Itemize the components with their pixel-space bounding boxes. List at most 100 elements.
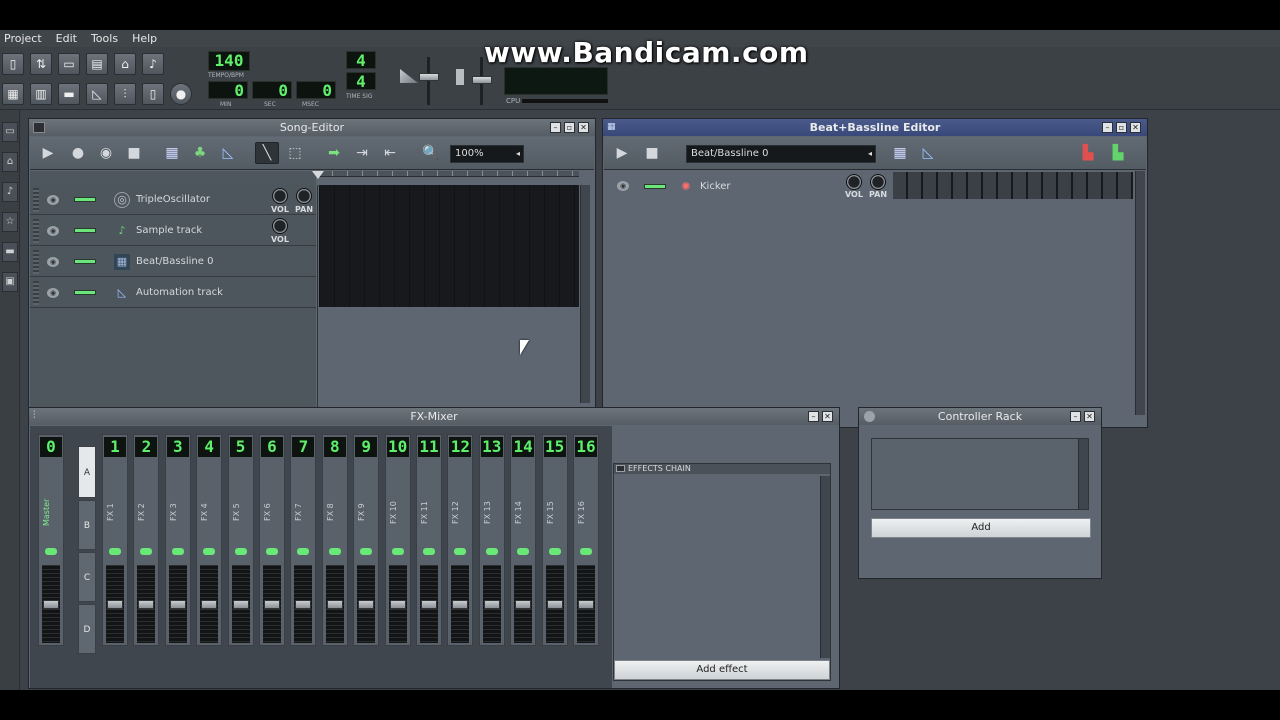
mixer-channel[interactable]: 15 FX 15 [541,434,568,646]
channel-fader[interactable] [295,600,312,609]
volume-knob[interactable] [272,188,288,204]
track-name[interactable]: Automation track [136,287,223,298]
track-row[interactable]: ◉ ▦ Beat/Bassline 0 [30,247,316,277]
add-automation-track-icon[interactable]: ◺ [916,142,940,164]
timeline-ruler[interactable] [317,171,579,177]
channel-fader[interactable] [515,600,532,609]
track-grip[interactable] [33,218,39,243]
menu-tools[interactable]: Tools [91,32,118,45]
add-steps-icon[interactable]: ▙ [1106,142,1130,164]
piano-roll-icon[interactable]: ▬ [58,83,80,105]
mute-button[interactable]: ◉ [617,181,629,191]
volume-knob[interactable] [846,174,862,190]
oscilloscope[interactable] [504,67,608,95]
pan-knob[interactable] [296,188,312,204]
sidebar-my-presets-icon[interactable]: ♪ [2,182,18,202]
mixer-channel[interactable]: 4 FX 4 [196,434,223,646]
close-button[interactable]: ✕ [578,122,589,133]
mixer-channel[interactable]: 9 FX 9 [353,434,380,646]
mixer-channel[interactable]: 8 FX 8 [321,434,348,646]
add-controller-button[interactable]: Add [871,518,1091,538]
master-pitch-handle[interactable] [472,76,492,84]
beat-bassline-editor-icon[interactable]: ▦ [2,83,24,105]
menu-project[interactable]: Project [4,32,42,45]
beat-bassline-selector[interactable]: Beat/Bassline 0 ◂ [686,145,876,163]
effects-scrollbar[interactable] [820,476,830,658]
mixer-channel[interactable]: 12 FX 12 [447,434,474,646]
edit-mode-icon[interactable]: ⬚ [283,142,307,164]
song-editor-titlebar[interactable]: Song-Editor [29,119,595,136]
channel-fader[interactable] [232,600,249,609]
bank-a-button[interactable]: A [78,446,96,498]
record-while-playing-icon[interactable]: ◉ [94,142,118,164]
bank-c-button[interactable]: C [78,552,96,602]
track-name[interactable]: Beat/Bassline 0 [136,256,213,267]
menu-edit[interactable]: Edit [56,32,77,45]
minimize-button[interactable]: – [550,122,561,133]
export-icon[interactable]: ⌂ [114,53,136,75]
vertical-scrollbar[interactable] [580,185,590,403]
loop-points-icon[interactable]: ⇥ [350,142,374,164]
minimize-button[interactable]: – [808,411,819,422]
mixer-channel[interactable]: 10 FX 10 [384,434,411,646]
timesig-numerator[interactable]: 4 [346,51,376,70]
channel-fader[interactable] [421,600,437,609]
mixer-channel[interactable]: 11 FX 11 [416,434,442,646]
minimize-button[interactable]: – [1102,122,1113,133]
sidebar-root-icon[interactable]: ▬ [2,242,18,262]
stop-icon[interactable]: ■ [640,142,664,164]
track-grip[interactable] [33,187,39,212]
add-automation-track-icon[interactable]: ◺ [216,142,240,164]
record-icon[interactable]: ● [66,142,90,164]
channel-fader[interactable] [107,600,123,609]
add-beat-bassline-icon[interactable]: ▦ [160,142,184,164]
channel-fader[interactable] [201,600,218,609]
mute-button[interactable]: ◉ [47,287,59,298]
effects-chain-label[interactable]: EFFECTS CHAIN [614,464,830,474]
volume-knob[interactable] [272,218,288,234]
mixer-channel-master[interactable]: 0 Master [38,434,64,646]
new-project-icon[interactable]: ▯ [2,53,24,75]
channel-fader[interactable] [546,600,563,609]
save-project-icon[interactable]: ▤ [86,53,108,75]
track-grip[interactable] [33,249,39,274]
channel-fader[interactable] [389,600,406,609]
controller-rack-titlebar[interactable]: Controller Rack [859,408,1101,425]
close-button[interactable]: ✕ [1130,122,1141,133]
effects-chain-toggle[interactable] [616,465,625,472]
bank-d-button[interactable]: D [78,604,96,654]
stop-icon[interactable]: ■ [122,142,146,164]
mixer-channel[interactable]: 1 FX 1 [102,434,128,646]
track-name[interactable]: Kicker [700,181,731,192]
sidebar-my-projects-icon[interactable]: ▭ [2,122,18,142]
channel-fader[interactable] [138,600,155,609]
vertical-scrollbar[interactable] [1135,171,1145,415]
mixer-channel[interactable]: 13 FX 13 [478,434,505,646]
channel-fader[interactable] [43,600,59,609]
sidebar-my-home-icon[interactable]: ☆ [2,212,18,232]
new-from-template-icon[interactable]: ⇅ [30,53,52,75]
tempo-display[interactable]: 140 [208,51,250,71]
mute-button[interactable]: ◉ [47,194,59,205]
mute-button[interactable]: ◉ [47,225,59,236]
controller-scrollbar[interactable] [1078,439,1088,509]
fx-mixer-icon[interactable]: ⫶ [114,83,136,105]
zoom-combobox[interactable]: 100% ◂ [450,145,524,163]
remove-steps-icon[interactable]: ▙ [1076,142,1100,164]
add-beat-bassline-icon[interactable]: ▦ [888,142,912,164]
track-name[interactable]: TripleOscillator [136,194,210,205]
stop-behaviour-icon[interactable]: ⇤ [378,142,402,164]
timesig-denominator[interactable]: 4 [346,72,376,91]
track-row[interactable]: ◉ ◺ Automation track [30,278,316,308]
mixer-channel[interactable]: 3 FX 3 [164,434,191,646]
master-volume-slider[interactable] [427,57,430,105]
channel-fader[interactable] [483,600,500,609]
mixer-channel[interactable]: 2 FX 2 [133,434,160,646]
menu-help[interactable]: Help [132,32,157,45]
mixer-channel[interactable]: 5 FX 5 [227,434,254,646]
track-name[interactable]: Sample track [136,225,202,236]
channel-fader[interactable] [169,600,186,609]
mixer-channel[interactable]: 6 FX 6 [259,434,285,646]
sidebar-my-samples-icon[interactable]: ⌂ [2,152,18,172]
bank-b-button[interactable]: B [78,500,96,550]
